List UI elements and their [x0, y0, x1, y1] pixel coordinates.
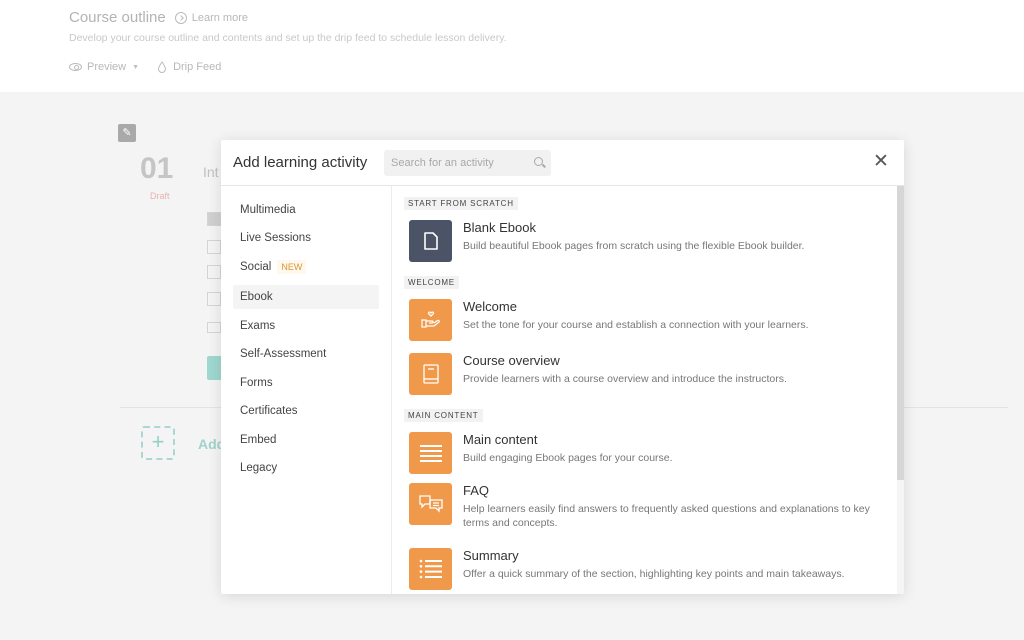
activity-title: Course overview: [463, 353, 560, 368]
category-live-sessions[interactable]: Live Sessions: [233, 226, 379, 250]
category-list: Multimedia Live Sessions Social NEW Ebook…: [221, 186, 392, 594]
plus-icon: +: [151, 429, 165, 454]
category-social[interactable]: Social NEW: [233, 255, 379, 279]
scrollbar[interactable]: [897, 186, 904, 594]
ebook-icon: [207, 240, 221, 254]
drop-icon: [158, 61, 167, 73]
group-label: WELCOME: [404, 276, 459, 289]
group-label: MAIN CONTENT: [404, 409, 483, 422]
activity-title: Blank Ebook: [463, 220, 536, 235]
category-ebook[interactable]: Ebook: [233, 285, 379, 309]
category-label: Social: [240, 261, 272, 273]
pdf-icon: [207, 265, 221, 279]
embed-icon: [207, 322, 221, 333]
category-embed[interactable]: Embed: [233, 428, 379, 452]
section-status: Draft: [150, 191, 170, 201]
search-input[interactable]: [384, 150, 524, 176]
category-multimedia[interactable]: Multimedia: [233, 198, 379, 222]
pdf-icon: [207, 292, 221, 306]
category-label: Exams: [240, 320, 276, 332]
group-label: START FROM SCRATCH: [404, 197, 518, 210]
page-actions: Preview ▼ Drip Feed: [69, 61, 239, 73]
category-exams[interactable]: Exams: [233, 314, 379, 338]
learn-more-link[interactable]: Learn more: [174, 11, 248, 24]
category-label: Ebook: [240, 291, 273, 303]
activity-description: Help learners easily find answers to fre…: [463, 503, 870, 529]
category-self-assessment[interactable]: Self-Assessment: [233, 342, 379, 366]
activity-description: Set the tone for your course and establi…: [463, 319, 809, 331]
scrollbar-thumb[interactable]: [897, 186, 904, 480]
chat-bubbles-icon: [409, 483, 452, 525]
category-label: Embed: [240, 434, 277, 446]
category-label: Self-Assessment: [240, 348, 327, 360]
book-icon: [409, 353, 452, 395]
activity-title: Summary: [463, 548, 519, 563]
drip-feed-label: Drip Feed: [173, 61, 222, 73]
modal-header: Add learning activity ✕: [221, 140, 904, 186]
activity-title: Welcome: [463, 299, 517, 314]
close-button[interactable]: ✕: [872, 152, 890, 172]
activity-description: Build beautiful Ebook pages from scratch…: [463, 240, 805, 252]
learn-more-label: Learn more: [191, 11, 248, 24]
text-lines-icon: [409, 432, 452, 474]
page-subtitle: Develop your course outline and contents…: [69, 32, 507, 44]
hand-heart-icon: [409, 299, 452, 341]
search-box: [384, 150, 551, 176]
activity-title: FAQ: [463, 483, 490, 498]
category-legacy[interactable]: Legacy: [233, 456, 379, 480]
category-certificates[interactable]: Certificates: [233, 399, 379, 423]
category-forms[interactable]: Forms: [233, 371, 379, 395]
close-icon: ✕: [873, 151, 889, 172]
add-section-button[interactable]: +: [141, 426, 175, 460]
blank-page-icon: [409, 220, 452, 262]
page-header: Course outline Learn more Develop your c…: [0, 0, 1024, 92]
bulleted-list-icon: [409, 548, 452, 590]
category-label: Certificates: [240, 405, 298, 417]
category-label: Forms: [240, 377, 273, 389]
video-icon: [207, 212, 221, 226]
activity-description: Offer a quick summary of the section, hi…: [463, 568, 845, 580]
arrow-circle-icon: [174, 11, 187, 24]
preview-button[interactable]: Preview ▼: [69, 61, 139, 73]
activity-description: Build engaging Ebook pages for your cour…: [463, 452, 673, 464]
activity-title: Main content: [463, 432, 538, 447]
category-label: Multimedia: [240, 204, 296, 216]
activity-list: START FROM SCRATCH Blank Ebook Build bea…: [393, 186, 897, 594]
pencil-icon: ✎: [122, 127, 132, 139]
eye-icon: [69, 63, 82, 71]
drip-feed-button[interactable]: Drip Feed: [157, 61, 221, 73]
modal-title: Add learning activity: [233, 154, 368, 171]
category-label: Legacy: [240, 462, 278, 474]
add-learning-activity-modal: Add learning activity ✕ Multimedia Live …: [221, 140, 904, 594]
edit-section-button[interactable]: ✎: [118, 124, 136, 142]
preview-label: Preview: [87, 61, 127, 73]
activity-description: Provide learners with a course overview …: [463, 373, 787, 385]
search-icon[interactable]: [534, 157, 543, 166]
section-name[interactable]: Int: [203, 164, 219, 180]
caret-down-icon: ▼: [132, 63, 140, 71]
section-number: 01: [140, 152, 174, 185]
category-label: Live Sessions: [240, 232, 311, 244]
page-title-row: Course outline Learn more: [69, 9, 248, 26]
new-badge: NEW: [277, 260, 307, 274]
page-title: Course outline: [69, 9, 166, 26]
